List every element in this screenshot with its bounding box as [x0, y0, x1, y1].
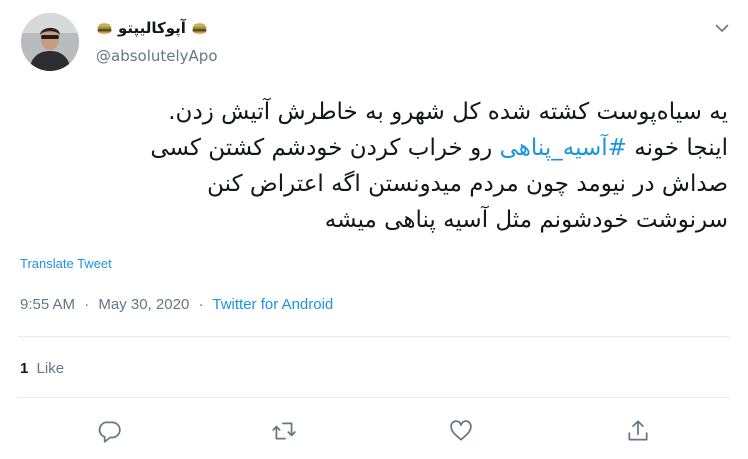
share-icon[interactable] [625, 418, 651, 444]
tweet-date[interactable]: May 30, 2020 [98, 296, 189, 313]
tweet-text-fragment: اینجا خونه [626, 135, 728, 161]
tweet-meta: 9:55 AM · May 30, 2020 · Twitter for And… [20, 295, 333, 315]
display-name-row[interactable]: آپوکالیپتو [96, 18, 208, 38]
tweet-card: آپوکالیپتو @absolutelyApo یه سیاه‌پوست ک… [0, 0, 748, 459]
divider [18, 397, 730, 398]
separator: · [198, 296, 204, 313]
hashtag-link[interactable]: #آسیه_پناهی [500, 135, 627, 161]
hamburger-icon [191, 20, 208, 37]
like-icon[interactable] [448, 418, 474, 444]
tweet-line: صداش در نیومد چون مردم میدونستن اگه اعتر… [207, 171, 728, 197]
chevron-down-icon[interactable] [714, 20, 730, 36]
separator: · [84, 296, 90, 313]
like-count: 1 [20, 360, 29, 377]
tweet-text: یه سیاه‌پوست کشته شده کل شهرو به خاطرش آ… [18, 94, 728, 238]
hamburger-icon [96, 20, 113, 37]
divider [18, 336, 730, 337]
retweet-icon[interactable] [271, 418, 297, 444]
tweet-source-link[interactable]: Twitter for Android [212, 296, 333, 313]
tweet-line: سرنوشت خودشونم مثل آسیه پناهی میشه [324, 207, 728, 233]
user-handle[interactable]: @absolutelyApo [96, 46, 218, 66]
tweet-text-fragment: رو خراب کردن خودشم کشتن کسی [150, 135, 500, 161]
avatar[interactable] [21, 13, 79, 71]
tweet-line: اینجا خونه #آسیه_پناهی رو خراب کردن خودش… [18, 130, 728, 166]
translate-tweet-link[interactable]: Translate Tweet [20, 256, 112, 271]
display-name: آپوکالیپتو [118, 19, 186, 37]
reply-icon[interactable] [96, 418, 122, 444]
tweet-time[interactable]: 9:55 AM [20, 296, 75, 313]
like-label: Like [36, 360, 65, 377]
tweet-line: یه سیاه‌پوست کشته شده کل شهرو به خاطرش آ… [168, 99, 728, 125]
likes-stat[interactable]: 1 Like [20, 359, 64, 379]
action-bar [0, 418, 748, 444]
